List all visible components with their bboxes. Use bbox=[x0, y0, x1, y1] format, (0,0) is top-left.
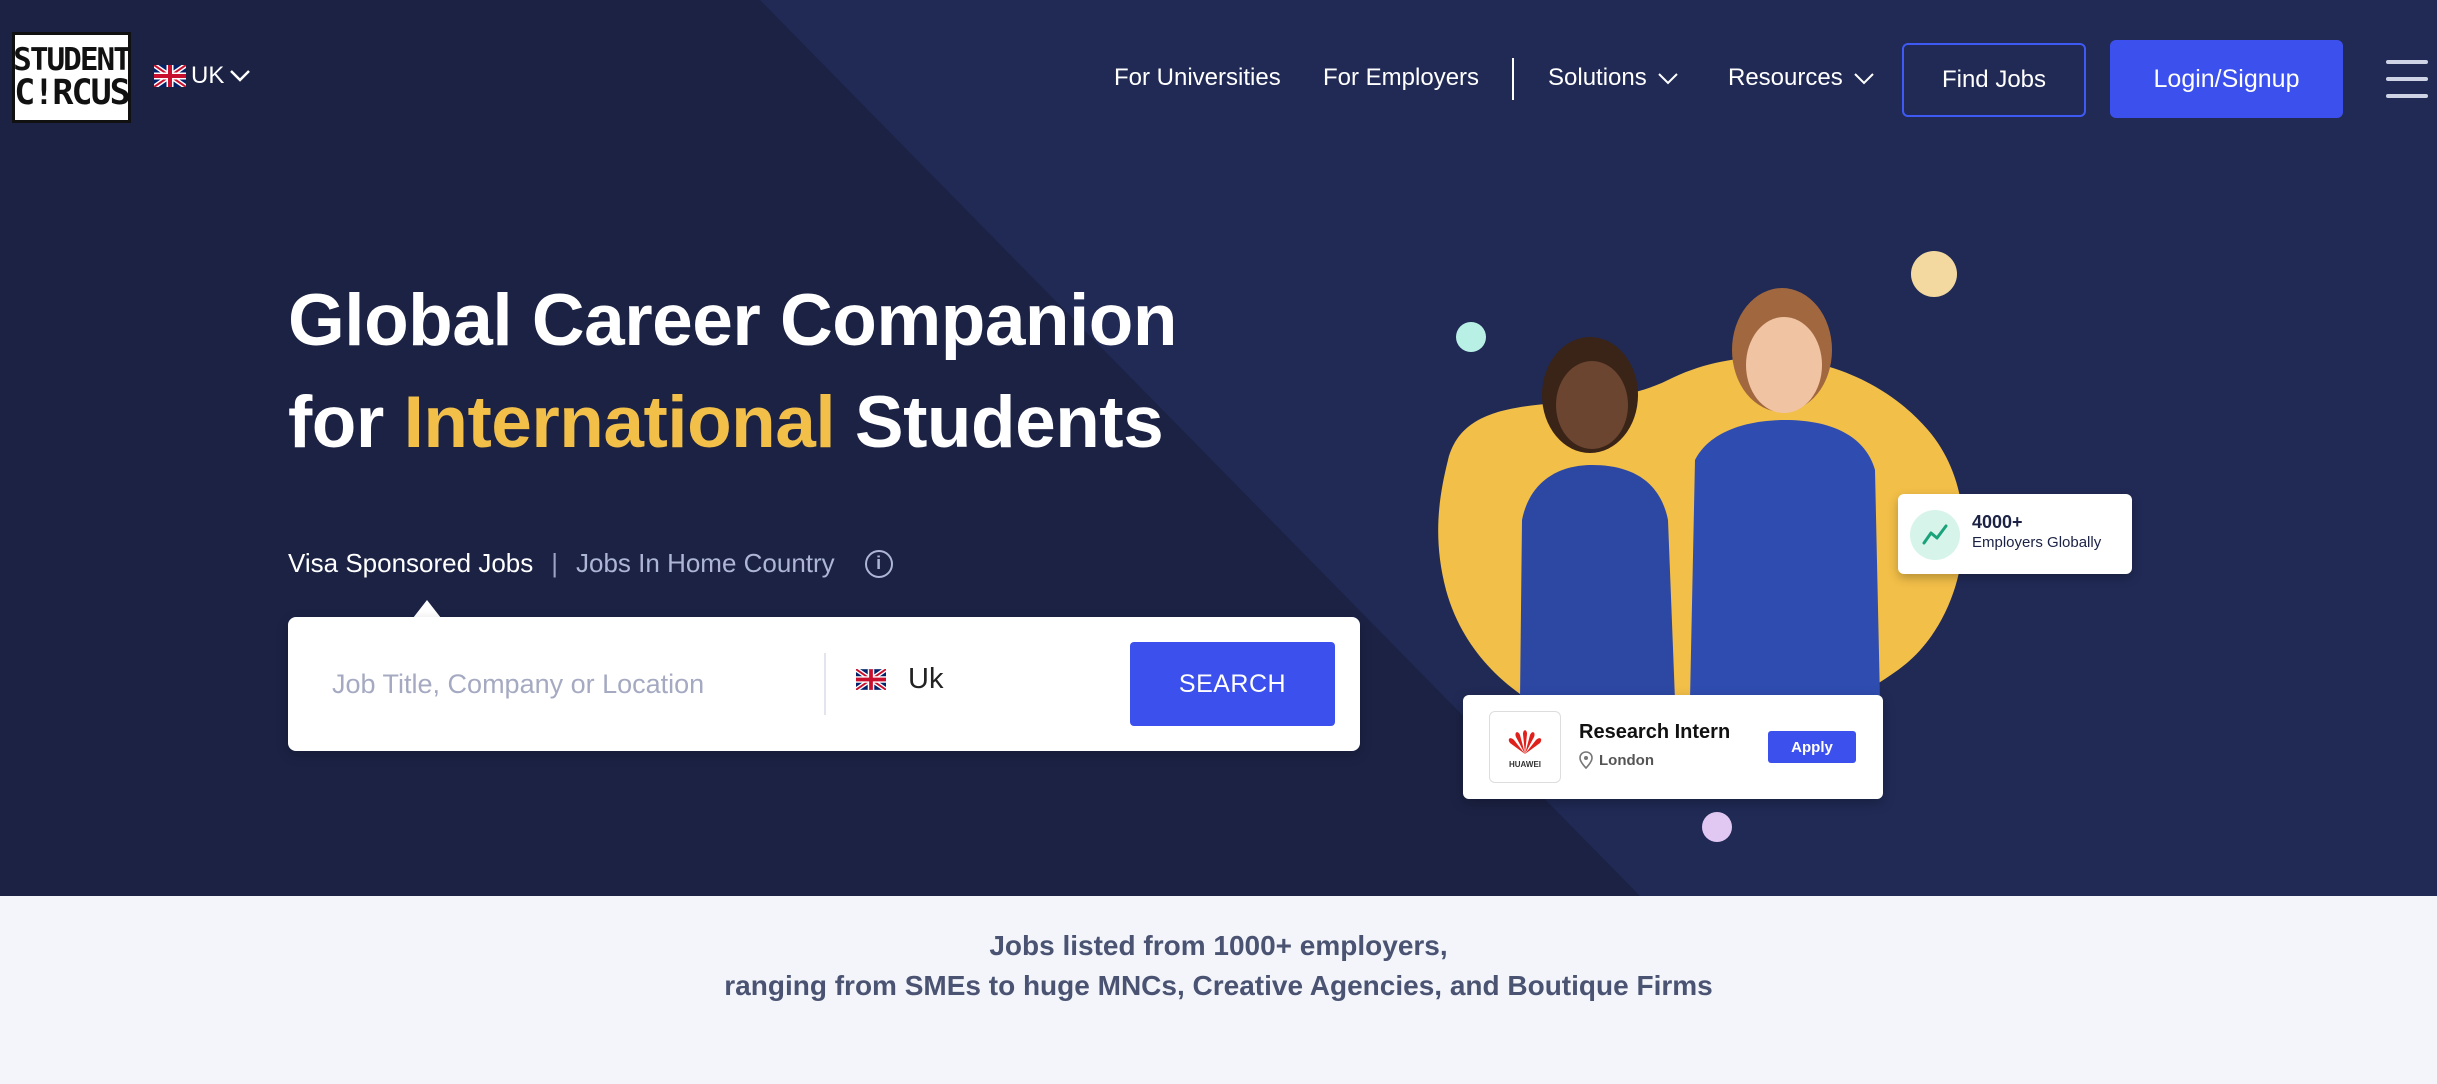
nav-divider bbox=[1512, 58, 1514, 100]
nav-for-universities[interactable]: For Universities bbox=[1114, 64, 1281, 92]
find-jobs-button[interactable]: Find Jobs bbox=[1902, 43, 2086, 117]
huawei-flower-icon bbox=[1508, 729, 1542, 754]
nav-solutions[interactable]: Solutions bbox=[1548, 64, 1679, 92]
headline-accent: International bbox=[403, 382, 836, 463]
logo-line2: C!RCUS bbox=[14, 72, 130, 113]
chevron-down-icon bbox=[1658, 72, 1678, 85]
nav-solutions-label: Solutions bbox=[1548, 64, 1647, 91]
hamburger-line bbox=[2386, 94, 2428, 98]
search-button[interactable]: SEARCH bbox=[1130, 642, 1335, 726]
job-preview-card: HUAWEI Research Intern London Apply bbox=[1463, 695, 1883, 799]
decorative-dot bbox=[1456, 322, 1486, 352]
job-location-label: London bbox=[1599, 751, 1654, 769]
uk-flag-icon bbox=[856, 669, 886, 690]
decorative-dot bbox=[1702, 812, 1732, 842]
headline-line2-post: Students bbox=[835, 382, 1164, 463]
employers-label: Employers Globally bbox=[1972, 534, 2102, 551]
location-pin-icon bbox=[1579, 751, 1593, 769]
info-icon[interactable]: i bbox=[864, 549, 893, 578]
nav-resources-label: Resources bbox=[1728, 64, 1843, 91]
employers-tagline: Jobs listed from 1000+ employers, rangin… bbox=[0, 926, 2437, 1006]
logo-line1: STUDENT bbox=[13, 41, 132, 78]
job-location: London bbox=[1579, 751, 1654, 769]
tab-visa-sponsored-jobs[interactable]: Visa Sponsored Jobs bbox=[288, 548, 533, 579]
employers-count: 4000+ bbox=[1972, 512, 2023, 532]
hero-headline: Global Career Companion for Internationa… bbox=[288, 270, 1178, 474]
country-selector[interactable]: Uk bbox=[856, 663, 943, 696]
search-divider bbox=[824, 653, 826, 715]
region-label: UK bbox=[191, 62, 225, 89]
tab-pointer bbox=[413, 600, 441, 618]
chevron-down-icon bbox=[230, 70, 251, 82]
job-search-input[interactable] bbox=[332, 657, 832, 711]
campus-ambassadors-image bbox=[1520, 288, 1880, 700]
huawei-logo: HUAWEI bbox=[1489, 711, 1561, 783]
country-value: Uk bbox=[908, 663, 944, 695]
login-signup-button[interactable]: Login/Signup bbox=[2110, 40, 2343, 118]
hamburger-line bbox=[2386, 77, 2428, 81]
decorative-dot bbox=[1911, 251, 1957, 297]
headline-line2-pre: for bbox=[288, 382, 404, 463]
chevron-down-icon bbox=[1854, 72, 1874, 85]
job-company-name: HUAWEI bbox=[1509, 759, 1541, 769]
apply-button[interactable]: Apply bbox=[1768, 731, 1856, 763]
tagline-line2: ranging from SMEs to huge MNCs, Creative… bbox=[724, 970, 1713, 1001]
tab-jobs-in-home-country[interactable]: Jobs In Home Country bbox=[576, 548, 835, 579]
job-title: Research Intern bbox=[1579, 721, 1731, 743]
uk-flag-icon bbox=[154, 65, 186, 87]
nav-resources[interactable]: Resources bbox=[1728, 64, 1875, 92]
job-mode-toggle: Visa Sponsored Jobs | Jobs In Home Count… bbox=[288, 548, 893, 579]
student-circus-logo[interactable]: STUDENT C!RCUS bbox=[12, 32, 132, 123]
employers-stat-card: 4000+ Employers Globally bbox=[1898, 494, 2132, 574]
region-selector[interactable]: UK bbox=[154, 62, 251, 90]
mode-separator: | bbox=[551, 548, 559, 578]
job-search-box: Uk SEARCH bbox=[288, 617, 1360, 751]
headline-line1: Global Career Companion bbox=[288, 280, 1178, 361]
hamburger-line bbox=[2386, 60, 2428, 64]
hamburger-menu-icon[interactable] bbox=[2386, 60, 2428, 98]
nav-for-employers[interactable]: For Employers bbox=[1323, 64, 1479, 92]
trend-up-icon bbox=[1910, 510, 1960, 560]
hero-section: STUDENT C!RCUS UK For Universities For E… bbox=[0, 0, 2437, 896]
tagline-line1: Jobs listed from 1000+ employers, bbox=[989, 930, 1448, 961]
